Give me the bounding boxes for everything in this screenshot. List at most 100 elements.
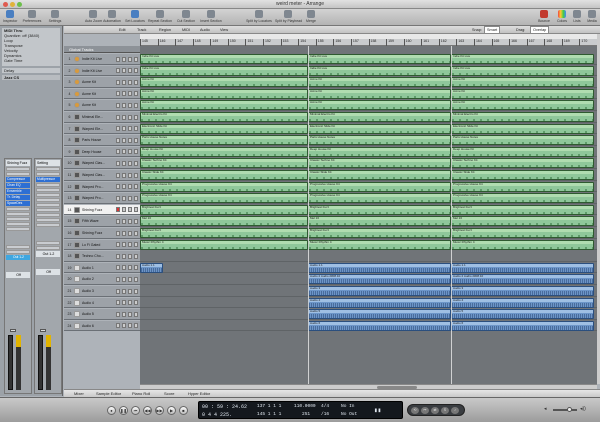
track-lane[interactable]: Indie Kit Live Indie Kit Live Indie Kit Li… xyxy=(140,65,597,77)
track-header[interactable]: 3 Acme Kit xyxy=(64,77,140,88)
record-enable-icon[interactable] xyxy=(116,253,120,259)
midi-region[interactable]: Electronic Slide Kit xyxy=(308,123,451,134)
mute-button[interactable] xyxy=(122,253,126,259)
solo-button[interactable] xyxy=(128,323,132,329)
record-enable-icon[interactable] xyxy=(116,126,120,132)
freeze-button[interactable] xyxy=(134,300,138,306)
track-name[interactable]: Warped Clas... xyxy=(82,170,114,180)
track-header[interactable]: 11 Warped Clas... xyxy=(64,170,140,181)
merge-button[interactable]: Merge xyxy=(304,10,318,23)
midi-region[interactable]: Brightest Fuzz xyxy=(451,204,594,215)
midi-region[interactable]: Music Rhythm 4 xyxy=(308,239,451,250)
bounce-button[interactable]: Bounce xyxy=(537,10,551,23)
mute-button[interactable] xyxy=(122,137,126,143)
track-header[interactable]: 9 Deep House xyxy=(64,146,140,158)
split-by-playhead-button[interactable]: Split by Playhead xyxy=(275,10,302,23)
colors-button[interactable]: Colors xyxy=(555,10,569,23)
solo-button[interactable] xyxy=(128,184,132,190)
drag-select[interactable]: Overlap xyxy=(530,26,550,34)
audio-region[interactable]: Audio 6 xyxy=(451,320,594,331)
midi-region[interactable]: Acme Kit xyxy=(140,100,308,111)
solo-button[interactable] xyxy=(128,265,132,271)
midi-region[interactable]: Mel 16 xyxy=(308,216,451,227)
minimize-window-icon[interactable] xyxy=(10,2,15,7)
track-name[interactable]: Shining Fuzz xyxy=(82,205,114,215)
forward-icon[interactable]: ▶▶ xyxy=(155,406,164,415)
record-enable-icon[interactable] xyxy=(116,207,120,213)
midi-region[interactable]: Acme Kit xyxy=(451,77,594,88)
freeze-button[interactable] xyxy=(134,79,138,85)
track-header[interactable]: 20 Audio 2 xyxy=(64,274,140,285)
empty-insert-slot[interactable] xyxy=(36,188,60,192)
track-lane[interactable]: Music Rhythm 4 Music Rhythm 4 Music Rhythm… xyxy=(140,239,597,251)
record-enable-icon[interactable] xyxy=(116,114,120,120)
synth-icon[interactable] xyxy=(74,183,80,190)
track-lane[interactable]: Deep House Kit Deep House Kit Deep House K… xyxy=(140,146,597,158)
mute-button[interactable] xyxy=(122,184,126,190)
freeze-button[interactable] xyxy=(134,253,138,259)
insert-tr-delay[interactable]: Tr. Delay xyxy=(6,195,30,200)
midi-region[interactable]: Brightest Fuzz xyxy=(308,228,451,238)
param-gate-time[interactable]: Gate Time xyxy=(2,58,60,63)
freeze-button[interactable] xyxy=(134,195,138,201)
track-name[interactable]: Audio 4 xyxy=(82,298,114,308)
track-header[interactable]: 19 Audio 1 xyxy=(64,262,140,274)
mute-button[interactable] xyxy=(122,230,126,236)
audio-track-icon[interactable] xyxy=(74,264,80,271)
mute-button[interactable] xyxy=(122,68,126,74)
close-window-icon[interactable] xyxy=(3,2,8,7)
track-header[interactable]: 6 Minimal Ele... xyxy=(64,112,140,123)
solo-button[interactable] xyxy=(128,311,132,317)
solo-button[interactable] xyxy=(128,288,132,294)
midi-region[interactable]: Progressive House Kit xyxy=(140,181,308,192)
record-enable-icon[interactable] xyxy=(116,56,120,62)
midi-region[interactable]: Indie Kit Live xyxy=(308,54,451,64)
empty-insert-slot[interactable] xyxy=(36,213,60,217)
track-header[interactable]: 5 Acme Kit xyxy=(64,100,140,111)
stop-icon[interactable]: ■ xyxy=(179,406,188,415)
audio-track-icon[interactable] xyxy=(74,299,80,306)
midi-region[interactable]: Deep House Kit xyxy=(451,146,594,157)
track-lane[interactable]: Progressive House Kit Progressive House K… xyxy=(140,181,597,193)
mute-button[interactable] xyxy=(122,56,126,62)
track-lane[interactable]: Acme Kit Acme Kit Acme Kit xyxy=(140,100,597,111)
cycle-icon[interactable]: ⟲ xyxy=(411,407,419,414)
pause-icon[interactable]: ❚❚ xyxy=(119,406,128,415)
tempo-display[interactable]: 110.0000 xyxy=(294,404,316,409)
replace-icon[interactable]: ⇄ xyxy=(431,407,439,414)
track-name[interactable]: Warped Clas... xyxy=(82,158,114,168)
mute-button[interactable] xyxy=(122,160,126,166)
mute-button[interactable] xyxy=(122,300,126,306)
midi-region[interactable]: Classic Techno Kit xyxy=(140,158,308,169)
synth-icon[interactable] xyxy=(74,218,80,225)
mute-button[interactable] xyxy=(122,102,126,108)
track-lane[interactable]: Progressive House Kit Progressive House K… xyxy=(140,193,597,204)
track-name[interactable]: Acme Kit xyxy=(82,89,114,99)
track-name[interactable]: Fifth Wave xyxy=(82,216,114,226)
track-lane[interactable]: Classic Techno Kit Classic Techno Kit Clas… xyxy=(140,158,597,169)
record-enable-icon[interactable] xyxy=(116,195,120,201)
right-locator[interactable]: 145 1 1 1 xyxy=(257,412,281,417)
audio-region[interactable]: Audio 1.1 xyxy=(140,262,163,273)
solo-button[interactable] xyxy=(128,230,132,236)
midi-region[interactable]: Progressive House Kit xyxy=(451,181,594,192)
track-name[interactable]: Audio 3 xyxy=(82,286,114,296)
midi-region[interactable]: Indie Kit Live xyxy=(140,54,308,64)
solo-button[interactable] xyxy=(128,114,132,120)
solo-button[interactable] xyxy=(128,79,132,85)
track-name[interactable]: Warped Pro... xyxy=(82,182,114,192)
track-header[interactable]: 22 Audio 4 xyxy=(64,297,140,309)
track-header[interactable]: 10 Warped Clas... xyxy=(64,158,140,169)
track-lane[interactable]: Mel 16 Mel 16 Mel 16 xyxy=(140,216,597,227)
freeze-button[interactable] xyxy=(134,242,138,248)
autopunch-icon[interactable]: ↦ xyxy=(421,407,429,414)
freeze-button[interactable] xyxy=(134,68,138,74)
track-name[interactable]: Shining Fuzz xyxy=(82,228,114,238)
track-header[interactable]: 2 Indie Kit Live xyxy=(64,65,140,77)
volume-fader-left[interactable] xyxy=(8,335,13,390)
audio-track-icon[interactable] xyxy=(74,322,80,329)
track-name[interactable]: Lo Fi Gated xyxy=(82,240,114,250)
send-slot[interactable] xyxy=(36,246,60,250)
synth-icon[interactable] xyxy=(74,195,80,202)
record-enable-icon[interactable] xyxy=(116,102,120,108)
